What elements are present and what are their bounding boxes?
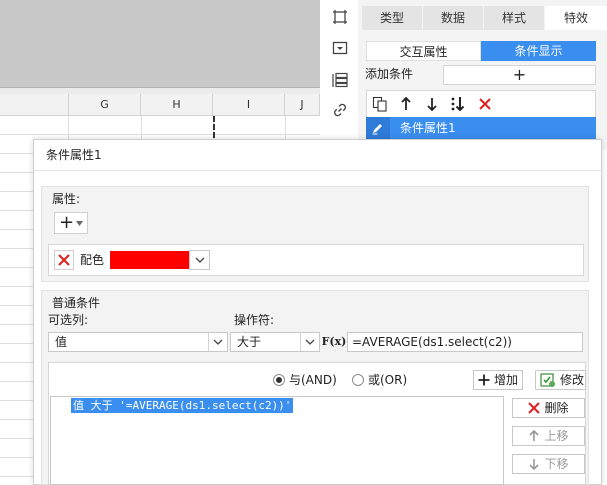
tab-effects[interactable]: 特效: [545, 6, 607, 30]
operator-select[interactable]: 大于: [230, 332, 320, 352]
close-icon: [528, 402, 541, 414]
dialog-divider: [34, 170, 601, 171]
chevron-down-icon: [300, 333, 319, 351]
remove-attribute-button[interactable]: [54, 250, 74, 270]
attribute-color-label: 配色: [80, 253, 105, 267]
add-button-label: 增加: [494, 373, 519, 387]
and-radio[interactable]: [273, 374, 285, 386]
arrow-up-icon: [529, 430, 540, 441]
attributes-group-title: 属性:: [52, 192, 81, 206]
delete-button-label: 删除: [544, 401, 569, 415]
stack-icon[interactable]: [330, 70, 350, 90]
color-dropdown-button[interactable]: [189, 250, 210, 270]
condition-list-item-selected[interactable]: 值 大于 '=AVERAGE(ds1.select(c2))': [71, 398, 294, 413]
arrow-up-icon[interactable]: [397, 95, 415, 113]
column-header-h[interactable]: H: [141, 94, 213, 116]
modify-button-label: 修改: [560, 373, 585, 387]
column-header-j[interactable]: J: [285, 94, 320, 116]
tab-type[interactable]: 类型: [362, 6, 422, 30]
widget-icon[interactable]: [330, 38, 350, 58]
condition-list-item[interactable]: 条件属性1: [366, 117, 596, 139]
color-swatch[interactable]: [110, 251, 189, 269]
or-label: 或(OR): [368, 373, 408, 387]
or-radio[interactable]: [352, 374, 364, 386]
column-label: 可选列:: [48, 313, 89, 327]
dialog-title: 条件属性1: [46, 148, 102, 162]
add-attribute-button[interactable]: +: [54, 212, 88, 234]
radio-selected-dot: [276, 377, 282, 383]
arrow-down-icon: [529, 459, 540, 470]
and-label: 与(AND): [289, 373, 337, 387]
move-up-label: 上移: [544, 429, 569, 443]
operator-label: 操作符:: [234, 313, 275, 327]
operator-select-value: 大于: [237, 335, 262, 349]
fx-icon: F(x): [321, 334, 347, 348]
modify-condition-button[interactable]: 修改: [535, 370, 586, 390]
add-condition-item-button[interactable]: 增加: [473, 370, 523, 390]
copy-icon[interactable]: [371, 95, 389, 113]
add-condition-button[interactable]: +: [443, 65, 596, 85]
delete-icon[interactable]: [476, 95, 494, 113]
move-down-button[interactable]: 下移: [512, 454, 585, 474]
arrow-down-icon[interactable]: [423, 95, 441, 113]
close-icon: [58, 254, 70, 266]
chevron-down-icon: [195, 257, 204, 263]
hyperlink-icon[interactable]: [330, 100, 350, 120]
formula-field[interactable]: =AVERAGE(ds1.select(c2)): [347, 332, 583, 352]
sort-icon[interactable]: [449, 95, 467, 113]
condition-item-label: 条件属性1: [400, 121, 456, 135]
subtab-conditional-display[interactable]: 条件显示: [481, 41, 596, 61]
move-down-label: 下移: [544, 457, 569, 471]
column-select-value: 值: [55, 335, 68, 349]
chevron-down-icon: [208, 333, 227, 351]
tab-style[interactable]: 样式: [484, 6, 544, 30]
column-header-corner: [0, 94, 69, 116]
column-header-g[interactable]: G: [69, 94, 141, 116]
tab-data[interactable]: 数据: [423, 6, 483, 30]
delete-condition-button[interactable]: 删除: [512, 398, 585, 418]
edit-icon[interactable]: [366, 117, 390, 139]
chevron-down-icon: [76, 220, 84, 226]
column-header-i[interactable]: I: [213, 94, 285, 116]
modify-icon: [540, 373, 555, 387]
spreadsheet-toolbar-area: [0, 0, 320, 88]
normal-conditions-title: 普通条件: [52, 296, 101, 310]
subtab-interaction[interactable]: 交互属性: [366, 41, 481, 61]
formula-editor-button[interactable]: F(x): [321, 331, 347, 351]
add-condition-label: 添加条件: [365, 67, 414, 81]
column-select[interactable]: 值: [48, 332, 228, 352]
plus-icon: +: [58, 212, 75, 233]
cell-element-icon[interactable]: [330, 7, 350, 27]
plus-icon: [478, 374, 490, 386]
move-up-button[interactable]: 上移: [512, 426, 585, 446]
